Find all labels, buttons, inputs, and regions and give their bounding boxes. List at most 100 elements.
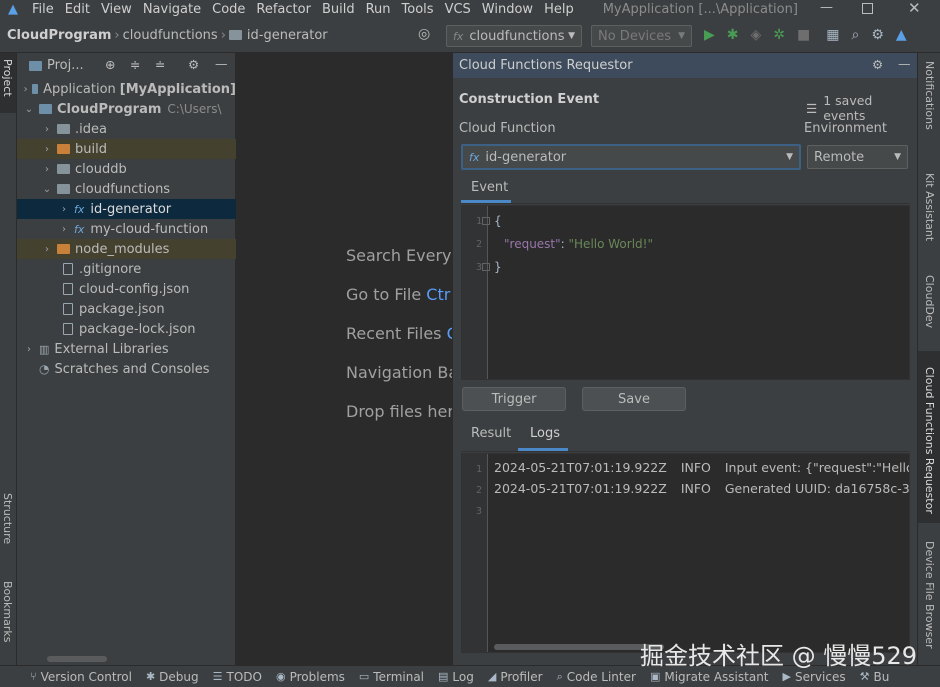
tree-item-external-libraries[interactable]: › ▥ External Libraries	[17, 339, 236, 359]
menu-file[interactable]: File	[32, 2, 54, 17]
structure-tool-label[interactable]: Structure	[1, 493, 14, 544]
tree-item-scratches[interactable]: ◔ Scratches and Consoles	[17, 359, 236, 379]
search-icon[interactable]: ⌕	[852, 27, 860, 43]
event-editor[interactable]: 1 2 3 { "request": "Hello World!" }	[461, 205, 910, 380]
panel-settings-icon[interactable]: ⚙	[872, 57, 883, 72]
minimize-icon[interactable]: —	[820, 0, 833, 15]
tree-item-package-lock[interactable]: package-lock.json	[17, 319, 236, 339]
breadcrumb-id-generator[interactable]: id-generator	[247, 28, 328, 43]
menu-vcs[interactable]: VCS	[445, 2, 471, 17]
panel-settings-icon[interactable]: ⚙	[188, 57, 199, 72]
tree-item-node-modules[interactable]: › node_modules	[17, 239, 236, 259]
menu-run[interactable]: Run	[366, 2, 391, 17]
save-button[interactable]: Save	[582, 387, 686, 411]
tree-item-my-cloud-function[interactable]: › fx my-cloud-function	[17, 219, 236, 239]
profile-icon[interactable]: ◈	[751, 27, 762, 43]
locate-icon[interactable]: ⊕	[105, 57, 115, 72]
project-panel-title[interactable]: Proj...	[47, 58, 84, 73]
chevron-right-icon[interactable]: ›	[58, 204, 70, 215]
run-icon[interactable]: ▶	[704, 27, 715, 43]
build-button[interactable]: ⚒ Bu	[860, 670, 890, 684]
menu-edit[interactable]: Edit	[65, 2, 90, 17]
tree-item-application[interactable]: › Application [MyApplication]	[17, 79, 236, 99]
kit-assistant-tool-label[interactable]: Kit Assistant	[923, 173, 936, 241]
tab-logs[interactable]: Logs	[518, 421, 568, 451]
code-linter-button[interactable]: ⌕ Code Linter	[557, 670, 636, 684]
tab-event[interactable]: Event	[461, 176, 511, 203]
horizontal-scrollbar[interactable]	[494, 644, 664, 650]
cloud-function-select[interactable]: fx id-generator ▼	[461, 144, 801, 170]
saved-events-button[interactable]: ☰ 1 saved events	[806, 93, 917, 123]
tree-item-clouddb[interactable]: › clouddb	[17, 159, 236, 179]
tree-item-cloudfunctions[interactable]: ⌄ cloudfunctions	[17, 179, 236, 199]
menu-code[interactable]: Code	[212, 2, 245, 17]
environment-select[interactable]: Remote ▼	[807, 145, 908, 169]
tree-item-id-generator[interactable]: › fx id-generator	[17, 199, 236, 219]
expand-all-icon[interactable]: ≑	[130, 57, 140, 72]
version-control-button[interactable]: ⑂ Version Control	[30, 670, 132, 684]
menu-refactor[interactable]: Refactor	[256, 2, 311, 17]
bookmarks-tool-label[interactable]: Bookmarks	[1, 581, 14, 642]
settings-icon[interactable]: ⚙	[871, 27, 884, 43]
hide-panel-icon[interactable]: —	[215, 56, 228, 71]
menu-view[interactable]: View	[101, 2, 132, 17]
trigger-button[interactable]: Trigger	[462, 387, 566, 411]
close-window-icon[interactable]: ✕	[908, 0, 921, 17]
tree-item-gitignore[interactable]: .gitignore	[17, 259, 236, 279]
maximize-icon[interactable]	[862, 3, 873, 14]
tree-item-package-json[interactable]: package.json	[17, 299, 236, 319]
cloud-functions-requestor-tool-tab[interactable]: Cloud Functions Requestor	[918, 351, 940, 523]
chevron-right-icon[interactable]: ›	[41, 144, 53, 155]
hide-panel-icon[interactable]: —	[898, 56, 911, 71]
clouddev-tool-label[interactable]: CloudDev	[923, 275, 936, 328]
todo-button[interactable]: ☰ TODO	[213, 670, 262, 684]
breadcrumb-cloudprogram[interactable]: CloudProgram	[7, 28, 111, 43]
project-tool-label: Project	[1, 59, 14, 97]
fold-icon[interactable]	[482, 263, 490, 271]
chevron-down-icon[interactable]: ⌄	[41, 184, 53, 195]
menu-help[interactable]: Help	[544, 2, 574, 17]
tree-item-cloud-config[interactable]: cloud-config.json	[17, 279, 236, 299]
project-structure-icon[interactable]: ▦	[826, 27, 839, 43]
terminal-button[interactable]: ▭ Terminal	[359, 670, 424, 684]
problems-button[interactable]: ◉ Problems	[276, 670, 345, 684]
folder-icon	[57, 184, 70, 194]
horizontal-scrollbar[interactable]	[47, 656, 107, 662]
chevron-right-icon[interactable]: ›	[41, 124, 53, 135]
chevron-right-icon[interactable]: ›	[41, 244, 53, 255]
chevron-right-icon[interactable]: ›	[41, 164, 53, 175]
profiler-button[interactable]: ◢ Profiler	[488, 670, 543, 684]
chevron-down-icon[interactable]: ⌄	[23, 104, 35, 115]
tree-item-build[interactable]: › build	[17, 139, 236, 159]
project-tool-tab[interactable]: Project	[0, 53, 16, 113]
notifications-tool-label[interactable]: Notifications	[923, 61, 936, 130]
fold-icon[interactable]	[482, 217, 490, 225]
menu-build[interactable]: Build	[322, 2, 355, 17]
tree-item-cloudprogram[interactable]: ⌄ CloudProgram C:\Users\	[17, 99, 236, 119]
device-file-browser-tool-label[interactable]: Device File Browser	[923, 541, 936, 649]
menu-navigate[interactable]: Navigate	[143, 2, 201, 17]
chevron-right-icon[interactable]: ›	[23, 84, 28, 95]
breadcrumb-cloudfunctions[interactable]: cloudfunctions	[123, 28, 218, 43]
line-gutter: 1 2 3	[462, 454, 488, 652]
device-select[interactable]: No Devices ▼	[591, 25, 692, 47]
stop-icon[interactable]: ■	[797, 27, 810, 43]
log-button[interactable]: ▤ Log	[438, 670, 474, 684]
folder-icon	[228, 30, 242, 40]
editor-empty-area: Search Everyw Go to File Ctr Recent File…	[236, 53, 452, 665]
debug-button[interactable]: ✱ Debug	[146, 670, 199, 684]
chevron-right-icon[interactable]: ›	[23, 344, 35, 355]
chevron-right-icon[interactable]: ›	[58, 224, 70, 235]
debug-icon[interactable]: ✱	[727, 27, 739, 43]
run-config-select[interactable]: fx cloudfunctions ▼	[446, 25, 582, 47]
tab-result[interactable]: Result	[471, 426, 511, 441]
attach-debugger-icon[interactable]: ✲	[773, 27, 785, 43]
tree-item-idea[interactable]: › .idea	[17, 119, 236, 139]
logs-output[interactable]: 1 2 3 2024-05-21T07:01:19.922Z INFO Inpu…	[461, 453, 910, 653]
target-icon[interactable]: ◎	[418, 26, 430, 42]
collapse-all-icon[interactable]: ≐	[155, 57, 165, 72]
migrate-assistant-button[interactable]: ▣ Migrate Assistant	[650, 670, 769, 684]
menu-tools[interactable]: Tools	[402, 2, 434, 17]
menu-window[interactable]: Window	[482, 2, 533, 17]
services-button[interactable]: ▶ Services	[783, 670, 846, 684]
